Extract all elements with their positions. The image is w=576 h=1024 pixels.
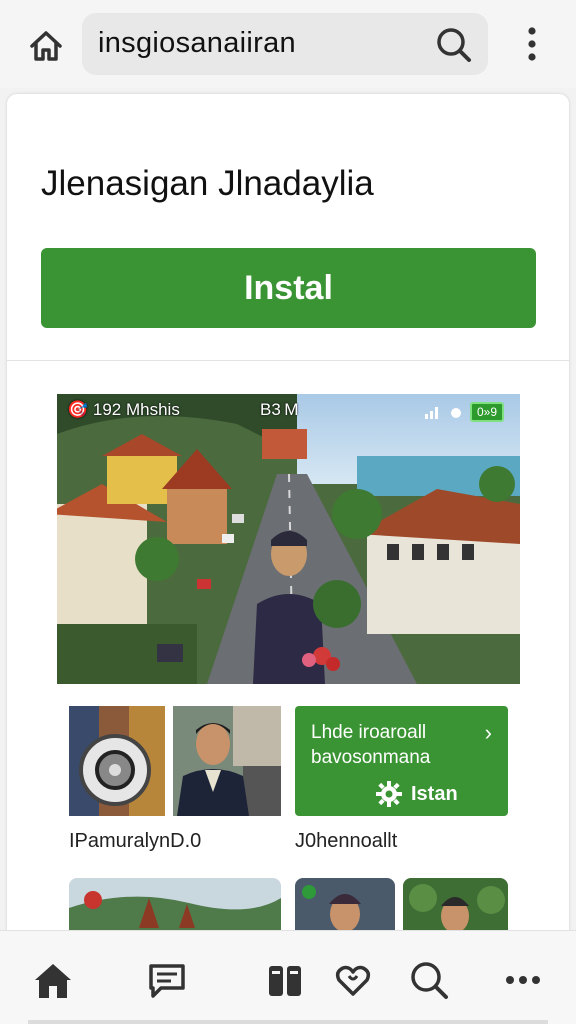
status-bar-right: 0»9 [424, 402, 504, 422]
more-icon [506, 976, 540, 984]
thumbnail-caption: IPamuralynD.0 [69, 830, 202, 852]
chevron-right-icon: › [484, 720, 492, 745]
signal-icon [424, 407, 438, 419]
temple-landscape-image [69, 878, 281, 938]
wifi-icon [450, 408, 461, 418]
nav-search[interactable] [404, 955, 454, 1005]
status-bar-left: 🎯 192 Mhshis [67, 400, 180, 419]
home-icon [35, 964, 71, 998]
library-icon [269, 966, 301, 996]
thumbnail-caption: J0hennoallt [295, 830, 398, 852]
gesture-bar [28, 1020, 548, 1024]
address-bar[interactable]: insgiosanaiiran [82, 13, 488, 75]
messages-icon [149, 964, 185, 998]
town-street-image [57, 394, 520, 684]
camera-thumbnail-image [69, 706, 165, 816]
nav-home[interactable] [28, 955, 78, 1005]
install-button[interactable]: Instal [41, 248, 536, 328]
home-icon [30, 31, 62, 61]
browser-top-bar: insgiosanaiiran [0, 0, 576, 88]
promo-install-button[interactable]: Istan [375, 780, 458, 808]
nav-messages[interactable] [142, 955, 192, 1005]
promo-subtitle: bavosonmana [311, 747, 431, 768]
search-icon [437, 28, 471, 62]
nav-more[interactable] [498, 955, 548, 1005]
person-photo-image [295, 878, 395, 938]
address-bar-text: insgiosanaiiran [98, 27, 296, 59]
app-screenshot-thumbnail[interactable] [173, 706, 281, 816]
divider [7, 360, 569, 361]
home-button[interactable] [24, 24, 68, 68]
bottom-navigation-bar [0, 930, 576, 1024]
app-title: Jlenasigan Jlnadaylia [41, 164, 374, 203]
gear-icon [376, 781, 402, 807]
promo-install-banner[interactable]: Lhde iroaroall bavosonmana › Istan [295, 706, 508, 816]
battery-indicator: 0»9 [469, 402, 504, 422]
promo-title: Lhde iroaroall [311, 722, 427, 743]
search-button[interactable] [434, 25, 474, 65]
promo-install-label: Istan [411, 782, 458, 805]
search-icon [411, 962, 448, 999]
favorites-icon [335, 965, 371, 996]
more-options-button[interactable] [516, 22, 548, 66]
app-screenshot-main[interactable]: 🎯 192 Mhshis B3 M 0»9 [57, 394, 520, 684]
app-screenshot-thumbnail[interactable] [69, 878, 281, 938]
portrait-thumbnail-image [173, 706, 281, 816]
app-listing-card: Jlenasigan Jlnadaylia Instal 🎯 192 Mhshi… [7, 94, 569, 974]
app-screenshot-thumbnail[interactable] [403, 878, 508, 938]
person-garden-image [403, 878, 508, 938]
nav-favorites[interactable] [328, 955, 378, 1005]
app-screenshot-thumbnail[interactable] [295, 878, 395, 938]
nav-library[interactable] [260, 955, 310, 1005]
more-vert-icon [528, 27, 536, 61]
app-screenshot-thumbnail[interactable] [69, 706, 165, 816]
status-bar-center: B3 M [260, 400, 299, 419]
